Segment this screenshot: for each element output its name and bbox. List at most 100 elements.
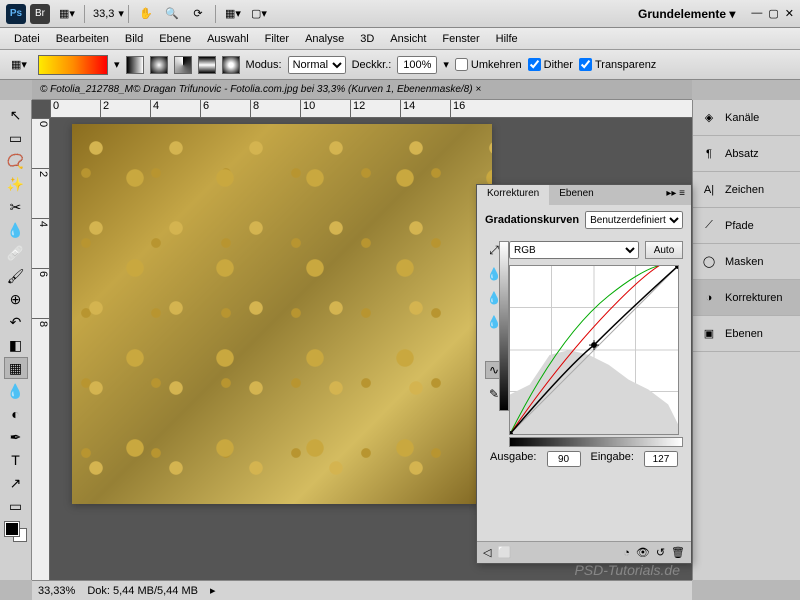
trash-icon[interactable]: 🗑 xyxy=(671,546,685,559)
menu-hilfe[interactable]: Hilfe xyxy=(488,30,526,48)
gradient-swatch[interactable] xyxy=(38,55,108,75)
arrange-docs-icon[interactable]: ▦▾ xyxy=(221,3,245,25)
blur-tool-icon[interactable]: 💧 xyxy=(4,380,28,402)
menu-ebene[interactable]: Ebene xyxy=(151,30,199,48)
curves-graph[interactable] xyxy=(509,265,679,435)
opacity-input[interactable] xyxy=(397,56,437,74)
menu-ansicht[interactable]: Ansicht xyxy=(382,30,434,48)
panel-ebenen[interactable]: ▣Ebenen xyxy=(693,316,800,352)
eraser-tool-icon[interactable]: ◧ xyxy=(4,334,28,356)
menu-analyse[interactable]: Analyse xyxy=(297,30,352,48)
status-bar: 33,33% Dok: 5,44 MB/5,44 MB ▸ xyxy=(32,580,692,600)
brush-tool-icon[interactable]: 🖌 xyxy=(4,265,28,287)
modus-label: Modus: xyxy=(246,59,282,71)
transparenz-checkbox[interactable]: Transparenz xyxy=(579,58,656,71)
path-tool-icon[interactable]: ↗ xyxy=(4,472,28,494)
tab-korrekturen[interactable]: Korrekturen xyxy=(477,185,549,205)
color-swatches[interactable] xyxy=(5,522,27,542)
photoshop-icon[interactable]: Ps xyxy=(6,4,26,24)
dropdown-arrow-icon[interactable]: ▾ xyxy=(443,58,449,71)
reset-icon[interactable]: ↺ xyxy=(656,546,665,559)
document-canvas[interactable] xyxy=(72,124,492,504)
dropdown-arrow-icon[interactable]: ▾ xyxy=(114,58,120,71)
reflected-gradient-icon[interactable] xyxy=(198,56,216,74)
marquee-tool-icon[interactable]: ▭ xyxy=(4,127,28,149)
blend-mode-select[interactable]: Normal xyxy=(288,56,346,74)
options-bar: ▦▾ ▾ Modus: Normal Deckkr.: ▾ Umkehren D… xyxy=(0,50,800,80)
eyedropper-tool-icon[interactable]: 💧 xyxy=(4,219,28,241)
screen-mode-icon[interactable]: ▢▾ xyxy=(247,3,271,25)
umkehren-checkbox[interactable]: Umkehren xyxy=(455,58,522,71)
doc-size-status[interactable]: Dok: 5,44 MB/5,44 MB xyxy=(87,585,198,597)
tab-ebenen[interactable]: Ebenen xyxy=(549,185,603,205)
clip-icon[interactable]: ◔ xyxy=(623,547,630,559)
pen-tool-icon[interactable]: ✒ xyxy=(4,426,28,448)
opacity-label: Deckkr.: xyxy=(352,59,392,71)
radial-gradient-icon[interactable] xyxy=(150,56,168,74)
menu-filter[interactable]: Filter xyxy=(257,30,297,48)
linear-gradient-icon[interactable] xyxy=(126,56,144,74)
type-tool-icon[interactable]: T xyxy=(4,449,28,471)
separator xyxy=(215,5,216,23)
move-tool-icon[interactable]: ↖ xyxy=(4,104,28,126)
collapse-icon[interactable]: ▸▸ ≡ xyxy=(660,185,691,205)
layers-icon: ▣ xyxy=(701,326,717,342)
dropdown-arrow-icon[interactable]: ▾ xyxy=(118,7,124,20)
panel-absatz[interactable]: ¶Absatz xyxy=(693,136,800,172)
layout-dropdown-icon[interactable]: ▦▾ xyxy=(55,3,79,25)
bridge-icon[interactable]: Br xyxy=(30,4,50,24)
menu-datei[interactable]: Datei xyxy=(6,30,48,48)
crop-tool-icon[interactable]: ✂ xyxy=(4,196,28,218)
zoom-status[interactable]: 33,33% xyxy=(38,585,75,597)
stamp-tool-icon[interactable]: ⊕ xyxy=(4,288,28,310)
lasso-tool-icon[interactable]: 📿 xyxy=(4,150,28,172)
gradient-tool-icon[interactable]: ▦▾ xyxy=(7,54,31,76)
input-gradient xyxy=(509,437,683,447)
menu-fenster[interactable]: Fenster xyxy=(434,30,487,48)
diamond-gradient-icon[interactable] xyxy=(222,56,240,74)
adjustments-icon: ◑ xyxy=(701,290,717,306)
back-icon[interactable]: ◁ xyxy=(483,546,491,559)
hand-tool-icon[interactable]: ✋ xyxy=(134,3,158,25)
dodge-tool-icon[interactable]: ◐ xyxy=(4,403,28,425)
expand-icon[interactable]: ⬜ xyxy=(497,546,511,559)
dither-checkbox[interactable]: Dither xyxy=(528,58,573,71)
input-input[interactable] xyxy=(644,451,678,467)
wand-tool-icon[interactable]: ✨ xyxy=(4,173,28,195)
panel-korrekturen[interactable]: ◑Korrekturen xyxy=(693,280,800,316)
gradient-tool-icon[interactable]: ▦ xyxy=(4,357,28,379)
preset-select[interactable]: Benutzerdefiniert xyxy=(585,211,683,229)
menu-bearbeiten[interactable]: Bearbeiten xyxy=(48,30,117,48)
paragraph-icon: ¶ xyxy=(701,146,717,162)
minimize-icon[interactable]: — xyxy=(751,7,762,20)
menu-auswahl[interactable]: Auswahl xyxy=(199,30,257,48)
document-tab[interactable]: © Fotolia_212788_M© Dragan Trifunovic - … xyxy=(32,80,692,100)
dropdown-arrow-icon[interactable]: ▸ xyxy=(210,584,216,597)
workspace-switcher[interactable]: Grundelemente ▾ xyxy=(630,5,743,23)
zoom-tool-icon[interactable]: 🔍 xyxy=(160,3,184,25)
channel-select[interactable]: RGB xyxy=(509,241,639,259)
history-brush-icon[interactable]: ↶ xyxy=(4,311,28,333)
maximize-icon[interactable]: ▢ xyxy=(768,7,778,20)
angle-gradient-icon[interactable] xyxy=(174,56,192,74)
output-gradient xyxy=(499,241,509,411)
separator xyxy=(84,5,85,23)
output-input[interactable] xyxy=(547,451,581,467)
curves-adjustment-panel: Korrekturen Ebenen ▸▸ ≡ Gradationskurven… xyxy=(476,184,692,564)
panel-pfade[interactable]: ⟋Pfade xyxy=(693,208,800,244)
menu-bild[interactable]: Bild xyxy=(117,30,151,48)
heal-tool-icon[interactable]: 🩹 xyxy=(4,242,28,264)
zoom-level[interactable]: 33,3 xyxy=(93,8,114,20)
close-icon[interactable]: ✕ xyxy=(785,7,794,20)
horizontal-ruler: 0246810121416 xyxy=(50,100,692,118)
panel-masken[interactable]: ◯Masken xyxy=(693,244,800,280)
visibility-icon[interactable]: 👁 xyxy=(636,546,650,559)
panel-kanaele[interactable]: ◈Kanäle xyxy=(693,100,800,136)
output-label: Ausgabe: xyxy=(490,451,536,467)
panel-zeichen[interactable]: A|Zeichen xyxy=(693,172,800,208)
auto-button[interactable]: Auto xyxy=(645,241,683,259)
menu-3d[interactable]: 3D xyxy=(352,30,382,48)
rotate-view-icon[interactable]: ⟳ xyxy=(186,3,210,25)
shape-tool-icon[interactable]: ▭ xyxy=(4,495,28,517)
panel-dock: ◈Kanäle ¶Absatz A|Zeichen ⟋Pfade ◯Masken… xyxy=(692,100,800,580)
